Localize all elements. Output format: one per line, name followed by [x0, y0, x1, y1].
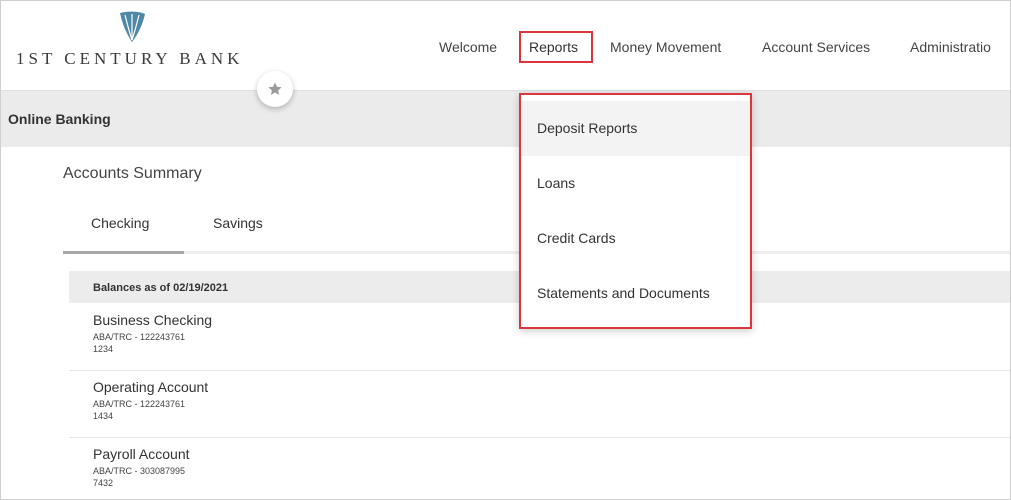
- accounts-summary-title: Accounts Summary: [63, 165, 202, 182]
- app-window: 1ST CENTURY BANK Welcome Reports Money M…: [0, 0, 1011, 500]
- account-aba: ABA/TRC - 303087995: [93, 466, 186, 476]
- account-row[interactable]: Payroll Account ABA/TRC - 303087995 7432: [69, 438, 1010, 499]
- nav-welcome[interactable]: Welcome: [439, 38, 497, 56]
- account-row[interactable]: Operating Account ABA/TRC - 122243761 14…: [69, 371, 1010, 438]
- page-title: Online Banking: [8, 111, 111, 127]
- online-banking-bar: Online Banking: [1, 91, 1010, 147]
- menu-item-deposit-reports[interactable]: Deposit Reports: [521, 101, 750, 156]
- account-name[interactable]: Business Checking: [93, 312, 212, 328]
- favorite-button[interactable]: [257, 71, 293, 107]
- balances-date-label: Balances as of 02/19/2021: [93, 282, 229, 294]
- account-number: 1434: [93, 411, 114, 421]
- menu-item-credit-cards[interactable]: Credit Cards: [521, 211, 750, 266]
- reports-highlight-box: [519, 31, 593, 63]
- account-aba: ABA/TRC - 122243761: [93, 399, 186, 409]
- bank-name: 1ST CENTURY BANK: [16, 49, 244, 68]
- account-number: 7432: [93, 478, 114, 488]
- nav-account-services[interactable]: Account Services: [762, 38, 870, 56]
- tab-savings[interactable]: Savings: [213, 215, 263, 231]
- menu-item-loans[interactable]: Loans: [521, 156, 750, 211]
- top-header: 1ST CENTURY BANK Welcome Reports Money M…: [1, 1, 1010, 91]
- account-number: 1234: [93, 344, 114, 354]
- star-icon: [268, 82, 282, 95]
- menu-item-statements-documents[interactable]: Statements and Documents: [521, 266, 750, 321]
- account-name[interactable]: Operating Account: [93, 379, 208, 395]
- reports-dropdown-menu: Deposit Reports Loans Credit Cards State…: [519, 93, 752, 329]
- nav-money-movement[interactable]: Money Movement: [610, 38, 721, 56]
- shell-logo-icon[interactable]: [117, 11, 147, 43]
- tab-active-indicator: [63, 251, 184, 254]
- account-aba: ABA/TRC - 122243761: [93, 332, 186, 342]
- account-name[interactable]: Payroll Account: [93, 446, 190, 462]
- tab-checking[interactable]: Checking: [91, 215, 149, 231]
- nav-administration[interactable]: Administratio: [910, 38, 991, 56]
